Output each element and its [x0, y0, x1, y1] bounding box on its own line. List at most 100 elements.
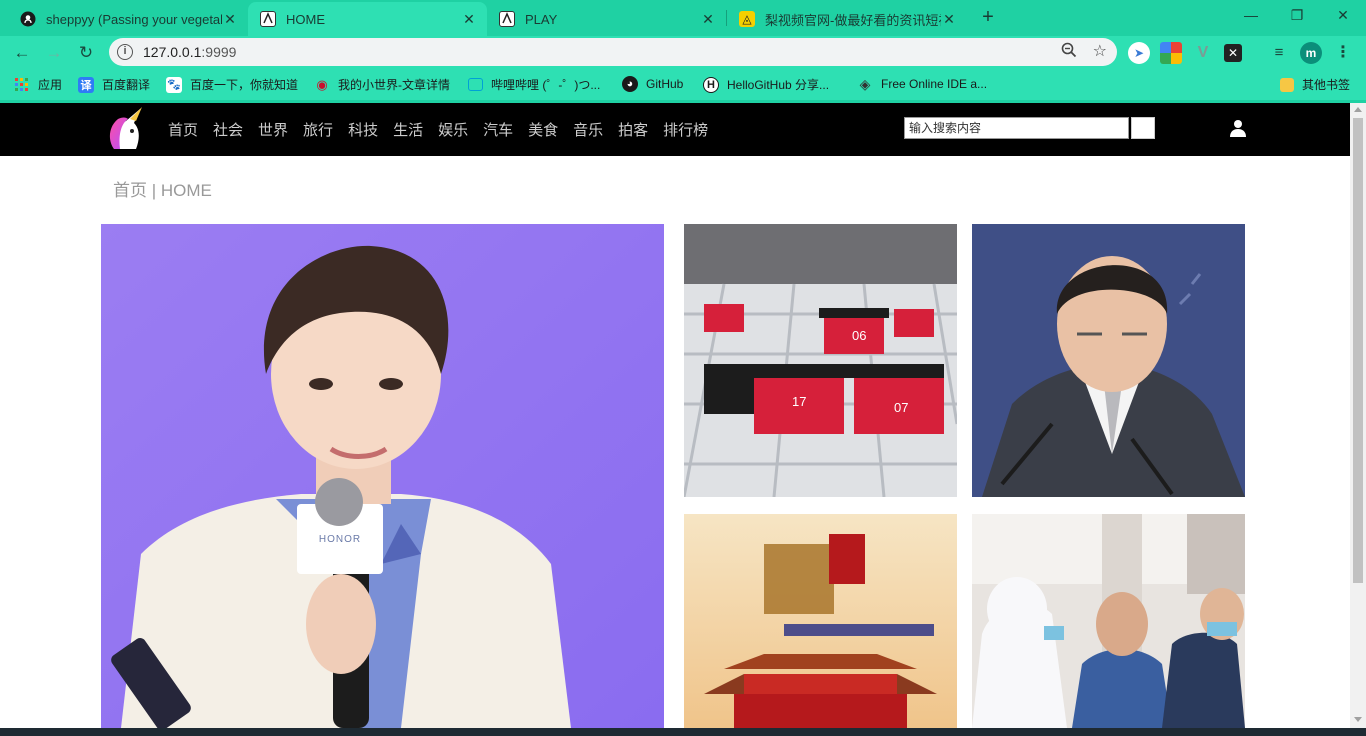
featured-video-card[interactable]: HONOR [101, 224, 664, 728]
extension-v-icon[interactable]: V [1192, 42, 1214, 64]
tab-title: 梨视频官网-做最好看的资讯短视 [765, 12, 941, 28]
bookmarks-bar: 应用 译 百度翻译 🐾 百度一下，你就知道 ◉ 我的小世界-文章详情 哔哩哔哩 … [0, 70, 1366, 100]
palace-thumbnail [684, 514, 957, 728]
press-conference-thumbnail [972, 224, 1245, 497]
bilibili-icon [468, 78, 483, 91]
tab-github[interactable]: sheppyy (Passing your vegetal ✕ [8, 2, 248, 36]
bookmark-other[interactable]: 其他书签 [1280, 76, 1350, 93]
nav-tech[interactable]: 科技 [348, 119, 378, 140]
svg-text:07: 07 [894, 400, 908, 415]
main-nav: 首页 社会 世界 旅行 科技 生活 娱乐 汽车 美食 音乐 拍客 排行榜 [168, 119, 723, 140]
media-control-icon[interactable]: ≡ [1268, 42, 1290, 64]
tab-title: HOME [286, 11, 325, 27]
tab-play[interactable]: PLAY ✕ [487, 2, 726, 36]
nav-world[interactable]: 世界 [258, 119, 288, 140]
bookmark-github[interactable]: ◕ GitHub [622, 76, 683, 92]
warehouse-thumbnail: 17 07 06 [684, 224, 957, 497]
user-icon[interactable] [1229, 119, 1247, 137]
nav-life[interactable]: 生活 [393, 119, 423, 140]
restore-icon[interactable]: ❐ [1274, 0, 1320, 32]
nav-auto[interactable]: 汽车 [483, 119, 513, 140]
search-button[interactable] [1131, 117, 1155, 139]
bookmark-star-icon[interactable]: ☆ [1093, 41, 1107, 61]
extension-color-icon[interactable] [1160, 42, 1182, 64]
site-info-icon[interactable]: i [117, 44, 133, 60]
folder-icon [1280, 77, 1294, 92]
translate-icon: 译 [78, 76, 94, 93]
close-tab-icon[interactable]: ✕ [941, 11, 957, 28]
nav-travel[interactable]: 旅行 [303, 119, 333, 140]
close-window-icon[interactable]: ✕ [1320, 0, 1366, 32]
menu-kebab-icon[interactable]: ⋮ [1332, 42, 1354, 64]
svg-text:HONOR: HONOR [319, 534, 361, 545]
news-card-warehouse[interactable]: 17 07 06 [684, 224, 957, 497]
svg-text:06: 06 [852, 328, 866, 343]
url-text: 127.0.0.1:9999 [143, 44, 236, 60]
news-card-palace-fire[interactable] [684, 514, 957, 728]
os-taskbar [0, 728, 1366, 736]
bookmark-baidu[interactable]: 🐾 百度一下，你就知道 [166, 76, 298, 93]
bookmark-hellogithub[interactable]: H HelloGitHub 分享... [703, 76, 829, 93]
bookmark-label: 其他书签 [1302, 78, 1351, 92]
scroll-up-icon[interactable] [1354, 107, 1362, 112]
forward-icon[interactable]: → [42, 41, 66, 65]
github-icon [20, 11, 36, 27]
bookmark-apps[interactable]: 应用 [14, 76, 62, 93]
svg-text:17: 17 [792, 394, 806, 409]
extension-bird-icon[interactable]: ➤ [1128, 42, 1150, 64]
tab-title: PLAY [525, 11, 558, 27]
github-icon: ◕ [622, 76, 638, 92]
extension-x-icon[interactable]: ✕ [1224, 44, 1242, 62]
minimize-icon[interactable]: — [1228, 0, 1274, 32]
nav-music[interactable]: 音乐 [573, 119, 603, 140]
bookmark-label: GitHub [646, 77, 684, 91]
tab-title: sheppyy (Passing your vegetal [46, 11, 222, 27]
bookmark-label: 百度一下，你就知道 [190, 78, 299, 92]
news-card-testing[interactable] [972, 514, 1245, 728]
site-icon [499, 11, 515, 27]
unicorn-logo-icon[interactable] [100, 105, 150, 155]
tab-home[interactable]: HOME ✕ [248, 2, 487, 36]
profile-avatar[interactable]: m [1300, 42, 1322, 64]
zoom-icon[interactable] [1061, 42, 1077, 62]
bookmark-label: 我的小世界-文章详情 [338, 78, 450, 92]
nav-paike[interactable]: 拍客 [618, 119, 648, 140]
nav-entertainment[interactable]: 娱乐 [438, 119, 468, 140]
site-icon [260, 11, 276, 27]
address-bar[interactable]: i 127.0.0.1:9999 ☆ [109, 38, 1117, 66]
bookmark-free-ide[interactable]: ◈ Free Online IDE a... [857, 76, 987, 92]
close-tab-icon[interactable]: ✕ [700, 11, 716, 28]
bookmark-label: 百度翻译 [102, 78, 151, 92]
bookmark-bilibili[interactable]: 哔哩哔哩 (゜-゜)つ... [468, 76, 600, 93]
site-header: 首页 社会 世界 旅行 科技 生活 娱乐 汽车 美食 音乐 拍客 排行榜 [0, 103, 1350, 156]
search-input[interactable] [904, 117, 1129, 139]
news-card-press-conference[interactable] [972, 224, 1245, 497]
bookmark-label: 哔哩哔哩 (゜-゜)つ... [491, 78, 601, 92]
bookmark-label: HelloGitHub 分享... [727, 78, 830, 92]
new-tab-button[interactable]: + [976, 6, 1000, 30]
nav-society[interactable]: 社会 [213, 119, 243, 140]
url-host: 127.0.0.1 [143, 44, 202, 60]
nav-food[interactable]: 美食 [528, 119, 558, 140]
nav-ranking[interactable]: 排行榜 [663, 119, 708, 140]
close-tab-icon[interactable]: ✕ [461, 11, 477, 28]
tab-pearvideo[interactable]: ◬ 梨视频官网-做最好看的资讯短视 ✕ [727, 2, 967, 36]
reload-icon[interactable]: ↻ [74, 41, 98, 65]
bookmark-label: 应用 [38, 78, 63, 92]
page-scrollbar[interactable] [1350, 103, 1366, 728]
close-tab-icon[interactable]: ✕ [222, 11, 238, 28]
bookmark-baidu-translate[interactable]: 译 百度翻译 [78, 76, 150, 93]
apps-icon [14, 77, 30, 93]
scroll-down-icon[interactable] [1354, 717, 1362, 722]
baidu-icon: 🐾 [166, 76, 182, 93]
nav-home[interactable]: 首页 [168, 119, 198, 140]
url-port: :9999 [201, 44, 237, 60]
back-icon[interactable]: ← [10, 41, 34, 65]
tab-strip: sheppyy (Passing your vegetal ✕ HOME ✕ P… [0, 0, 1366, 36]
scrollbar-thumb[interactable] [1353, 118, 1363, 583]
ide-icon: ◈ [859, 75, 871, 92]
browser-toolbar: ← → ↻ i 127.0.0.1:9999 ☆ ➤ V ✕ ≡ m ⋮ [0, 36, 1366, 70]
featured-thumbnail: HONOR [101, 224, 664, 728]
bookmark-my-world[interactable]: ◉ 我的小世界-文章详情 [314, 76, 450, 93]
pear-icon: ◬ [739, 11, 755, 27]
